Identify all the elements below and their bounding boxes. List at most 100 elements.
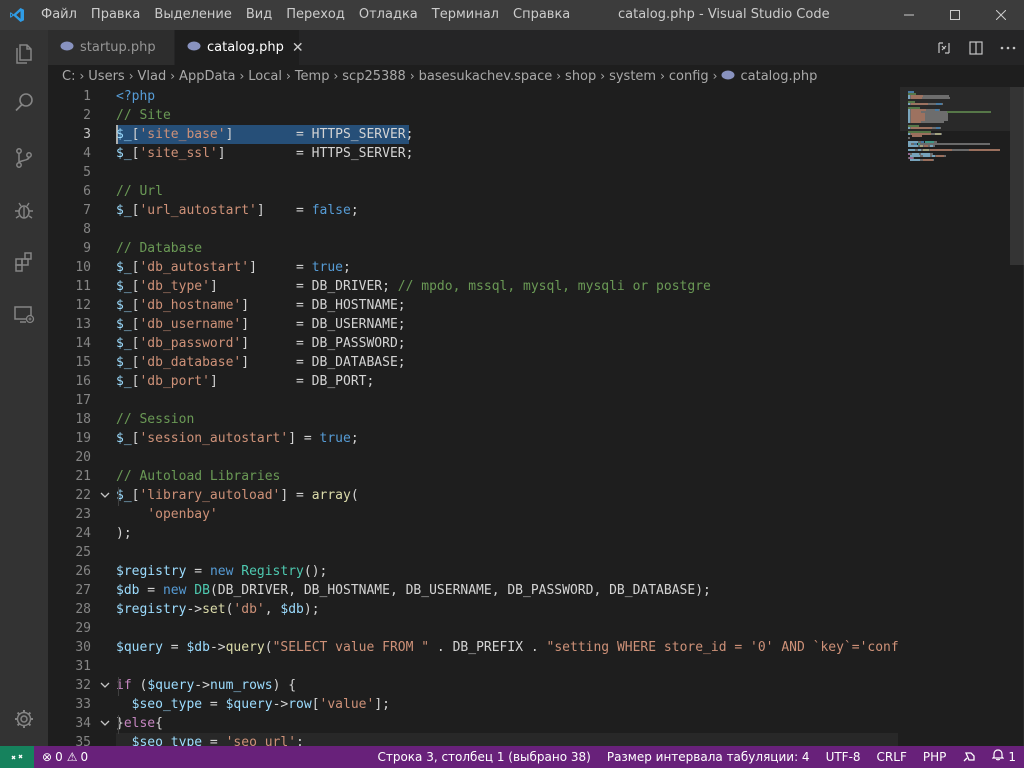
menu-item[interactable]: Выделение — [147, 0, 238, 30]
menu-item[interactable]: Переход — [279, 0, 352, 30]
code-line: $seo_type = $query->row['value']; — [116, 695, 390, 714]
menu-item[interactable]: Терминал — [425, 0, 506, 30]
code-token: array — [311, 488, 351, 503]
breadcrumb-segment[interactable]: Vlad — [138, 69, 167, 84]
breadcrumb-segment[interactable]: config — [669, 69, 709, 84]
code-token: 'db_database' — [139, 355, 242, 370]
chevron-right-icon: › — [556, 69, 562, 83]
menu-item[interactable]: Отладка — [352, 0, 425, 30]
code-line: // Url — [116, 182, 163, 201]
tab-catalog-php[interactable]: catalog.php ✕ — [175, 30, 304, 65]
feedback-icon[interactable] — [954, 750, 984, 764]
fold-chevron-icon[interactable] — [98, 486, 112, 505]
scrollbar-thumb[interactable] — [1010, 87, 1024, 265]
breadcrumb-segment[interactable]: catalog.php — [740, 69, 817, 84]
fold-chevron-icon[interactable] — [98, 714, 112, 733]
bell-icon — [991, 746, 1005, 768]
code-token: $_ — [116, 355, 132, 370]
debug-icon[interactable] — [0, 186, 48, 234]
code-area[interactable]: <?php// Site $_['site_base'] = HTTPS_SERV… — [116, 87, 898, 746]
code-token: $db — [116, 583, 140, 598]
code-token: -> — [186, 602, 203, 617]
code-token: ( — [264, 640, 273, 655]
minimap-line — [933, 159, 934, 161]
code-token: 'url_autostart' — [139, 203, 257, 218]
line-number: 26 — [75, 564, 91, 579]
code-token: = — [202, 735, 226, 746]
split-editor-icon[interactable] — [960, 30, 992, 65]
minimap-line — [944, 155, 946, 157]
close-window-button[interactable] — [978, 0, 1024, 30]
code-token: new — [162, 583, 187, 598]
code-token: ] = HTTPS_SERVER; — [225, 127, 414, 142]
breadcrumb-segment[interactable]: Local — [248, 69, 282, 84]
maximize-button[interactable] — [932, 0, 978, 30]
files-icon[interactable] — [0, 30, 48, 78]
eol-setting[interactable]: CRLF — [869, 746, 915, 768]
code-line: if ($query->num_rows) { — [116, 676, 296, 695]
tab-startup-php[interactable]: startup.php — [48, 30, 174, 65]
code-line: $_['site_base'] = HTTPS_SERVER; — [116, 125, 413, 144]
more-actions-icon[interactable] — [992, 30, 1024, 65]
encoding-setting[interactable]: UTF-8 — [818, 746, 869, 768]
open-changes-icon[interactable] — [928, 30, 960, 65]
minimap[interactable] — [900, 87, 1010, 746]
cursor-position[interactable]: Строка 3, столбец 1 (выбрано 38) — [369, 746, 598, 768]
code-line: <?php — [116, 87, 155, 106]
code-token: $db — [186, 640, 210, 655]
settings-gear-icon[interactable] — [0, 695, 48, 743]
code-token: ] = — [280, 488, 312, 503]
code-token: 'session_autostart' — [139, 431, 289, 446]
language-mode[interactable]: PHP — [915, 746, 955, 768]
menu-item[interactable]: Вид — [239, 0, 279, 30]
code-token: $_ — [116, 203, 132, 218]
menu-bar: Файл Правка Выделение Вид Переход Отладка Терм… — [34, 0, 577, 30]
close-tab-icon[interactable]: ✕ — [292, 40, 304, 56]
minimize-button[interactable] — [886, 0, 932, 30]
menu-item[interactable]: Справка — [506, 0, 577, 30]
remote-indicator-icon[interactable] — [0, 746, 34, 768]
minimap-line — [947, 111, 991, 113]
menu-item[interactable]: Файл — [34, 0, 84, 30]
code-token: new — [209, 564, 234, 579]
line-number: 33 — [75, 697, 91, 712]
breadcrumb-segment[interactable]: Temp — [295, 69, 330, 84]
code-token: DB — [194, 583, 210, 598]
code-token: -> — [194, 678, 210, 693]
problems-indicator[interactable]: ⊗ 0 ⚠ 0 — [34, 746, 96, 768]
breadcrumb-segment[interactable]: Users — [88, 69, 124, 84]
chevron-right-icon: › — [170, 69, 176, 83]
minimap-line — [923, 159, 933, 161]
line-number: 34 — [75, 716, 91, 731]
code-token: = — [186, 564, 210, 579]
search-icon[interactable] — [0, 78, 48, 126]
menu-item[interactable]: Правка — [84, 0, 147, 30]
minimap-line — [942, 103, 943, 105]
breadcrumb-segment[interactable]: basesukachev.space — [419, 69, 553, 84]
breadcrumb-segment[interactable]: system — [609, 69, 656, 84]
code-line: $_['session_autostart'] = true; — [116, 429, 359, 448]
code-token: 'db' — [233, 602, 265, 617]
code-editor[interactable]: 1 2 3 4 5 6 7 8 9 10 11 12 13 14 15 16 17 18 19 20 21 22 23 24 2… — [48, 87, 1024, 746]
code-token: // Autoload Libraries — [116, 469, 281, 484]
breadcrumb-segment[interactable]: scp25388 — [342, 69, 406, 84]
code-token: ] = DB_HOSTNAME; — [241, 298, 406, 313]
minimap-line — [923, 155, 930, 157]
code-line: $_['db_autostart'] = true; — [116, 258, 351, 277]
extensions-icon[interactable] — [0, 238, 48, 286]
line-number: 8 — [83, 222, 91, 237]
code-token: 'openbay' — [147, 507, 218, 522]
remote-explorer-icon[interactable] — [0, 290, 48, 338]
breadcrumb-segment[interactable]: C: — [62, 69, 75, 84]
window-title: catalog.php - Visual Studio Code — [618, 7, 830, 22]
line-number: 3 — [83, 127, 91, 142]
line-number: 2 — [83, 108, 91, 123]
fold-chevron-icon[interactable] — [98, 676, 112, 695]
breadcrumb-segment[interactable]: AppData — [179, 69, 235, 84]
indentation-setting[interactable]: Размер интервала табуляции: 4 — [599, 746, 818, 768]
vertical-scrollbar[interactable] — [1010, 87, 1024, 746]
source-control-icon[interactable] — [0, 134, 48, 182]
code-token: // Url — [116, 184, 163, 199]
notifications-indicator[interactable]: 1 — [984, 746, 1024, 768]
breadcrumb-segment[interactable]: shop — [565, 69, 596, 84]
